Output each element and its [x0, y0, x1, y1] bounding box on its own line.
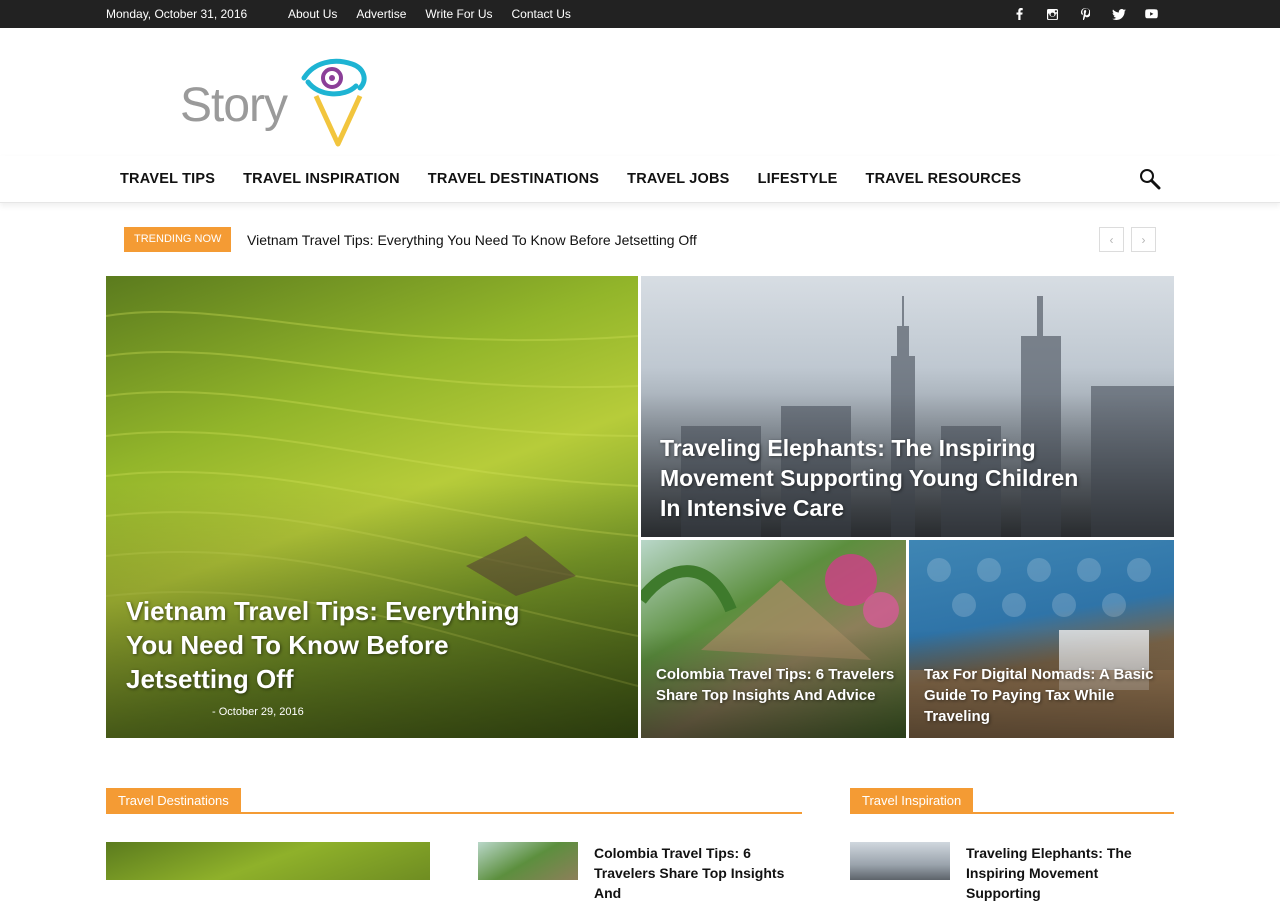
inspiration-item-title[interactable]: Traveling Elephants: The Inspiring Movem…: [966, 843, 1176, 903]
write-for-us-link[interactable]: Write For Us: [425, 7, 492, 21]
top-links: About Us Advertise Write For Us Contact …: [288, 7, 590, 21]
featured-bottom-right-tile[interactable]: Tax For Digital Nomads: A Basic Guide To…: [909, 540, 1174, 738]
nav-item-travel-inspiration[interactable]: TRAVEL INSPIRATION: [229, 156, 414, 202]
contact-us-link[interactable]: Contact Us: [512, 7, 571, 21]
section-header-travel-inspiration: Travel Inspiration: [850, 788, 1174, 814]
section-title-travel-inspiration[interactable]: Travel Inspiration: [850, 788, 974, 814]
pinterest-icon[interactable]: [1069, 6, 1102, 22]
destinations-item-title[interactable]: Colombia Travel Tips: 6 Travelers Share …: [594, 843, 804, 903]
featured-bottom-left-tile[interactable]: Colombia Travel Tips: 6 Travelers Share …: [641, 540, 906, 738]
top-bar: Monday, October 31, 2016 About Us Advert…: [0, 0, 1280, 28]
section-header-travel-destinations: Travel Destinations: [106, 788, 802, 814]
youtube-icon[interactable]: [1135, 6, 1168, 22]
facebook-icon[interactable]: [1003, 6, 1036, 22]
logo-wordmark: Story: [180, 79, 288, 132]
advertise-link[interactable]: Advertise: [356, 7, 406, 21]
featured-bottom-left-title[interactable]: Colombia Travel Tips: 6 Travelers Share …: [656, 664, 901, 706]
trending-title[interactable]: Vietnam Travel Tips: Everything You Need…: [247, 232, 697, 248]
featured-top-right-title[interactable]: Traveling Elephants: The Inspiring Movem…: [660, 433, 1090, 523]
logo-eye-pin-icon: [301, 58, 367, 147]
nav-item-travel-resources[interactable]: TRAVEL RESOURCES: [852, 156, 1036, 202]
site-logo[interactable]: Story: [178, 56, 378, 152]
nav-item-travel-destinations[interactable]: TRAVEL DESTINATIONS: [414, 156, 613, 202]
trending-label: TRENDING NOW: [124, 227, 232, 252]
inspiration-item-thumbnail[interactable]: [850, 842, 950, 880]
main-nav: TRAVEL TIPS TRAVEL INSPIRATION TRAVEL DE…: [0, 156, 1280, 203]
featured-main-title[interactable]: Vietnam Travel Tips: Everything You Need…: [126, 594, 526, 696]
nav-item-travel-tips[interactable]: TRAVEL TIPS: [106, 156, 229, 202]
chevron-right-icon[interactable]: ›: [1131, 227, 1156, 252]
tile-overlay: [641, 540, 906, 738]
trending-ticker: TRENDING NOW Vietnam Travel Tips: Everyt…: [124, 227, 1156, 252]
featured-main-meta: - October 29, 2016: [126, 706, 304, 718]
twitter-icon[interactable]: [1102, 6, 1135, 22]
meta-separator: -: [212, 706, 219, 718]
featured-main-date: October 29, 2016: [218, 706, 304, 718]
featured-main-tile[interactable]: Vietnam Travel Tips: Everything You Need…: [106, 276, 638, 738]
featured-bottom-right-title[interactable]: Tax For Digital Nomads: A Basic Guide To…: [924, 664, 1169, 727]
trending-arrows: ‹ ›: [1099, 227, 1156, 252]
about-us-link[interactable]: About Us: [288, 7, 337, 21]
nav-item-lifestyle[interactable]: LIFESTYLE: [744, 156, 852, 202]
instagram-icon[interactable]: [1036, 6, 1069, 22]
social-links: [1003, 6, 1168, 22]
destinations-featured-thumbnail[interactable]: [106, 842, 430, 880]
nav-menu: TRAVEL TIPS TRAVEL INSPIRATION TRAVEL DE…: [106, 156, 1035, 202]
search-icon[interactable]: [1139, 168, 1161, 190]
destinations-item-thumbnail[interactable]: [478, 842, 578, 880]
nav-item-travel-jobs[interactable]: TRAVEL JOBS: [613, 156, 743, 202]
chevron-left-icon[interactable]: ‹: [1099, 227, 1124, 252]
section-title-travel-destinations[interactable]: Travel Destinations: [106, 788, 241, 814]
current-date: Monday, October 31, 2016: [106, 7, 248, 21]
featured-top-right-tile[interactable]: Traveling Elephants: The Inspiring Movem…: [641, 276, 1174, 537]
